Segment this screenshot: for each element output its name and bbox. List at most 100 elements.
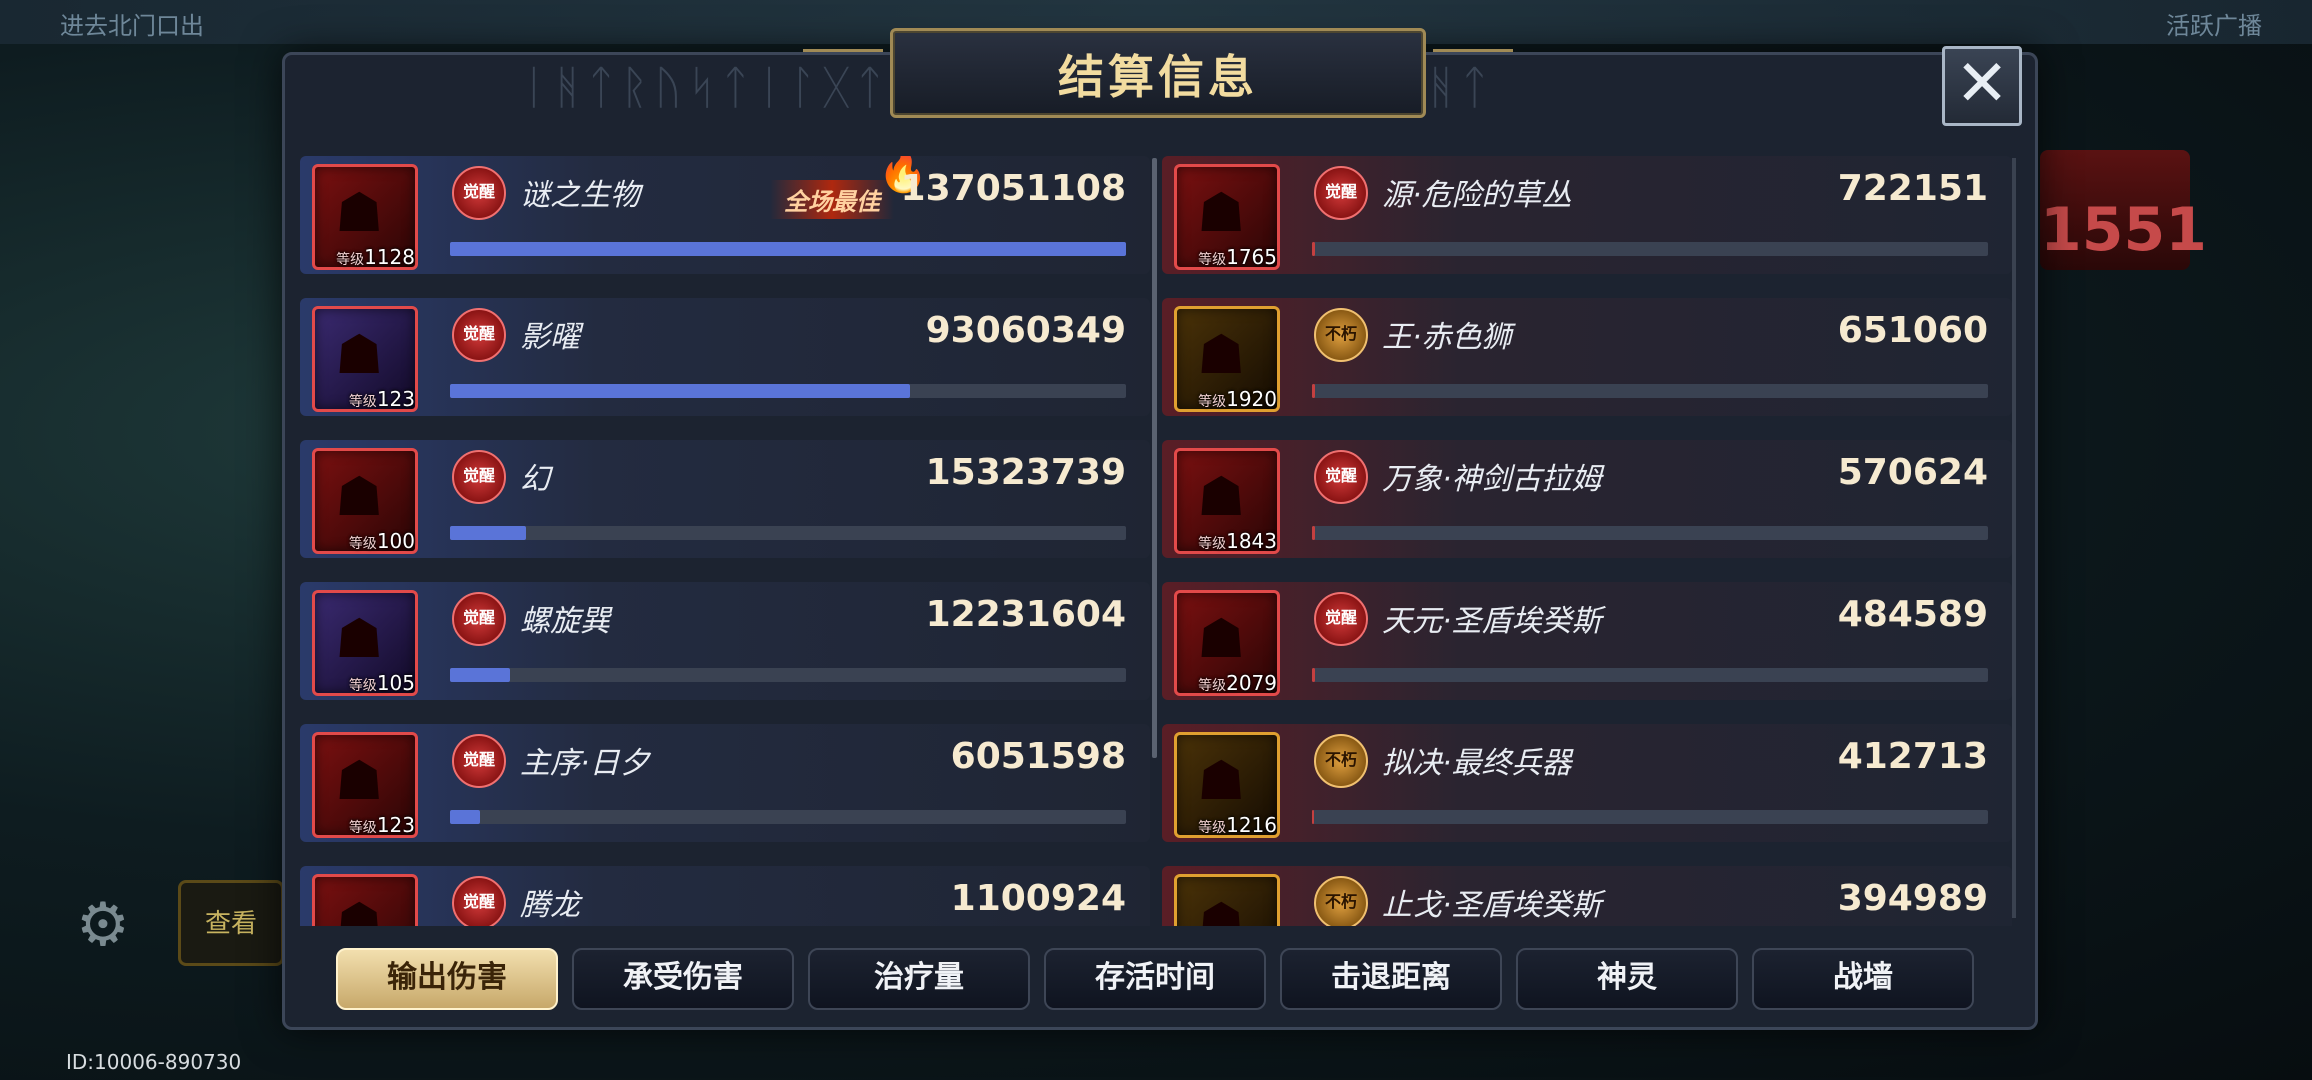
avatar[interactable]: ☗ 等级1920	[1174, 306, 1280, 412]
player-row[interactable]: ☗ 不朽 止戈·圣盾埃癸斯 394989	[1162, 866, 2012, 926]
player-row[interactable]: ☗ 等级105 觉醒 螺旋巽 12231604	[300, 582, 1150, 700]
damage-bar-fill	[450, 668, 510, 682]
damage-bar-fill	[450, 526, 526, 540]
avatar[interactable]: ☗ 等级1216	[1174, 732, 1280, 838]
tab-5[interactable]: 击退距离	[1280, 948, 1502, 1010]
damage-bar-fill	[1312, 668, 1315, 682]
rank-badge-icon: 觉醒	[1314, 166, 1368, 220]
close-icon: ✕	[1955, 47, 2009, 121]
character-portrait-icon: ☗	[1197, 465, 1246, 528]
player-row[interactable]: ☗ 等级1128 觉醒 谜之生物 全场最佳 🔥 137051108	[300, 156, 1150, 274]
player-name: 幻	[520, 462, 550, 497]
damage-value: 137051108	[900, 168, 1126, 209]
damage-bar	[450, 242, 1126, 256]
level-value: 105	[376, 671, 415, 695]
damage-bar-fill	[1312, 526, 1315, 540]
player-row[interactable]: ☗ 等级1843 觉醒 万象·神剑古拉姆 570624	[1162, 440, 2012, 558]
level-prefix: 等级	[348, 820, 377, 836]
level-label: 等级100	[315, 529, 415, 553]
rank-badge-icon: 觉醒	[452, 166, 506, 220]
level-value: 1765	[1226, 245, 1277, 269]
player-name: 拟决·最终兵器	[1382, 746, 1572, 781]
close-button[interactable]: ✕	[1942, 46, 2022, 126]
rank-badge-icon: 不朽	[1314, 734, 1368, 788]
tab-3[interactable]: 治疗量	[808, 948, 1030, 1010]
level-label: 等级1843	[1177, 529, 1277, 553]
avatar[interactable]: ☗	[312, 874, 418, 926]
level-prefix: 等级	[1198, 678, 1227, 694]
damage-bar	[1312, 384, 1988, 398]
player-name: 天元·圣盾埃癸斯	[1382, 604, 1602, 639]
damage-bar	[450, 810, 1126, 824]
rank-badge-icon: 觉醒	[1314, 450, 1368, 504]
damage-value: 394989	[1837, 878, 1988, 919]
title-wing-right	[1433, 49, 1513, 92]
avatar[interactable]: ☗ 等级123	[312, 732, 418, 838]
rank-badge-icon: 觉醒	[452, 876, 506, 926]
level-value: 123	[376, 813, 415, 837]
level-value: 100	[376, 529, 415, 553]
left-team-viewport: ☗ 等级1128 觉醒 谜之生物 全场最佳 🔥 137051108 ☗ 等级123 觉醒 影曜 930…	[300, 156, 1150, 926]
level-value: 2079	[1226, 671, 1277, 695]
user-id-label: ID:10006-890730	[66, 1050, 242, 1074]
character-portrait-icon: ☗	[1197, 749, 1246, 812]
level-value: 1216	[1226, 813, 1277, 837]
player-name: 止戈·圣盾埃癸斯	[1382, 888, 1602, 923]
avatar[interactable]: ☗ 等级1765	[1174, 164, 1280, 270]
damage-value: 93060349	[925, 310, 1126, 351]
tab-4[interactable]: 存活时间	[1044, 948, 1266, 1010]
tab-2[interactable]: 承受伤害	[572, 948, 794, 1010]
avatar[interactable]: ☗ 等级100	[312, 448, 418, 554]
player-name: 螺旋巽	[520, 604, 610, 639]
column-divider	[1152, 158, 1157, 758]
rank-badge-icon: 不朽	[1314, 876, 1368, 926]
character-portrait-icon: ☗	[1197, 607, 1246, 670]
damage-bar	[450, 668, 1126, 682]
tab-6[interactable]: 神灵	[1516, 948, 1738, 1010]
damage-value: 15323739	[925, 452, 1126, 493]
player-row[interactable]: ☗ 等级1216 不朽 拟决·最终兵器 412713	[1162, 724, 2012, 842]
damage-value: 12231604	[925, 594, 1126, 635]
damage-value: 722151	[1837, 168, 1988, 209]
character-portrait-icon: ☗	[1197, 891, 1246, 926]
level-label: 等级1128	[315, 245, 415, 269]
level-label: 等级123	[315, 387, 415, 411]
avatar[interactable]: ☗ 等级123	[312, 306, 418, 412]
damage-value: 570624	[1837, 452, 1988, 493]
tab-1[interactable]: 输出伤害	[336, 948, 558, 1010]
background-top-left-text: 进去北门口出	[60, 12, 204, 40]
character-portrait-icon: ☗	[335, 891, 384, 926]
player-row[interactable]: ☗ 等级100 觉醒幻 15323739	[300, 440, 1150, 558]
level-label: 等级1216	[1177, 813, 1277, 837]
player-row[interactable]: ☗ 等级123 觉醒 影曜 93060349	[300, 298, 1150, 416]
background-right-number: 1551	[2040, 195, 2207, 265]
player-row[interactable]: ☗ 等级2079 觉醒 天元·圣盾埃癸斯 484589	[1162, 582, 2012, 700]
player-name: 腾龙	[520, 888, 580, 923]
damage-bar-fill	[450, 384, 910, 398]
avatar[interactable]: ☗	[1174, 874, 1280, 926]
level-label: 等级1920	[1177, 387, 1277, 411]
avatar[interactable]: ☗ 等级105	[312, 590, 418, 696]
damage-value: 6051598	[950, 736, 1126, 777]
background-left-button: 查看	[178, 880, 284, 966]
avatar[interactable]: ☗ 等级1128	[312, 164, 418, 270]
avatar[interactable]: ☗ 等级2079	[1174, 590, 1280, 696]
player-row[interactable]: ☗ 等级123 觉醒 主序·日夕 6051598	[300, 724, 1150, 842]
damage-bar-fill	[450, 810, 480, 824]
damage-bar	[1312, 526, 1988, 540]
character-portrait-icon: ☗	[335, 181, 384, 244]
background-top-right-text: 活跃广播	[2166, 12, 2262, 40]
character-portrait-icon: ☗	[1197, 181, 1246, 244]
damage-value: 651060	[1837, 310, 1988, 351]
level-prefix: 等级	[348, 536, 377, 552]
level-prefix: 等级	[1198, 394, 1227, 410]
player-row[interactable]: ☗ 等级1765 觉醒 源·危险的草丛 722151	[1162, 156, 2012, 274]
rank-badge-icon: 觉醒	[452, 592, 506, 646]
avatar[interactable]: ☗ 等级1843	[1174, 448, 1280, 554]
right-team-viewport: ☗ 等级1765 觉醒 源·危险的草丛 722151 ☗ 等级1920 不朽 王·赤色狮 6510…	[1162, 156, 2012, 926]
scrollbar[interactable]	[2012, 158, 2016, 918]
player-row[interactable]: ☗ 觉醒 腾龙 1100924	[300, 866, 1150, 926]
damage-value: 1100924	[950, 878, 1126, 919]
player-row[interactable]: ☗ 等级1920 不朽 王·赤色狮 651060	[1162, 298, 2012, 416]
tab-7[interactable]: 战墙	[1752, 948, 1974, 1010]
